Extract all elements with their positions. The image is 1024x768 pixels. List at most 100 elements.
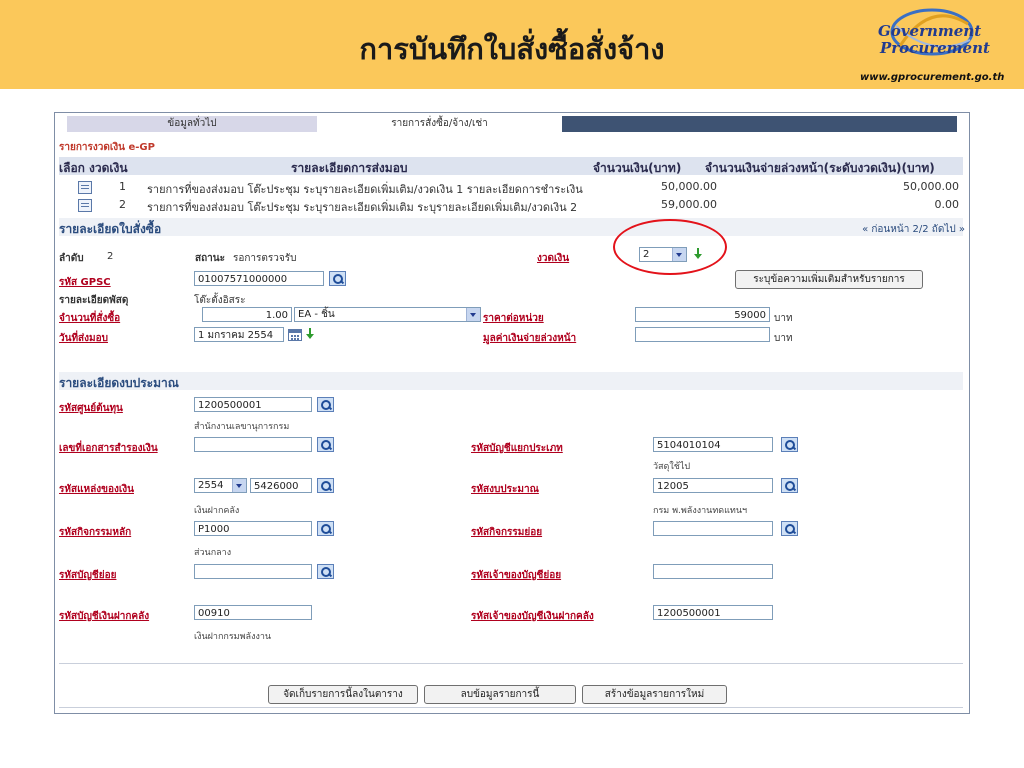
tab-bar: ข้อมูลทั่วไป รายการสั่งซื้อ/จ้าง/เช่า <box>67 116 957 132</box>
order-section-bar <box>59 218 963 236</box>
extra-info-button[interactable]: ระบุข้อความเพิ่มเติมสำหรับรายการ <box>735 270 923 289</box>
divider <box>59 663 963 664</box>
tab-general-info[interactable]: ข้อมูลทั่วไป <box>67 116 317 132</box>
logo-url: www.gprocurement.go.th <box>860 72 1005 83</box>
sub-account-owner-link[interactable]: รหัสเจ้าของบัญชีย่อย <box>471 568 561 583</box>
tab-order-items[interactable]: รายการสั่งซื้อ/จ้าง/เช่า <box>317 116 562 132</box>
budget-heading: รายละเอียดงบประมาณ <box>59 376 179 390</box>
qty-input[interactable]: 1.00 <box>202 307 292 322</box>
gpsc-link[interactable]: รหัส GPSC <box>59 275 111 290</box>
order-form-panel: ข้อมูลทั่วไป รายการสั่งซื้อ/จ้าง/เช่า รา… <box>54 112 970 714</box>
deposit-account-hint: เงินฝากกรมพลังงาน <box>194 632 272 642</box>
page-banner: การบันทึกใบสั่งซื้อสั่งจ้าง Government P… <box>0 0 1024 89</box>
gpsc-search-icon[interactable] <box>329 271 346 286</box>
material-value: โต๊ะตั้งอิสระ <box>194 295 246 306</box>
budget-code-input[interactable]: 12005 <box>653 478 773 493</box>
col-delivery-detail: รายละเอียดการส่งมอบ <box>291 161 408 175</box>
chevron-down-icon[interactable] <box>232 479 246 492</box>
fund-source-search-icon[interactable] <box>317 478 334 493</box>
sub-activity-search-icon[interactable] <box>781 521 798 536</box>
gl-account-link[interactable]: รหัสบัญชีแยกประเภท <box>471 441 563 456</box>
cost-center-hint: สำนักงานเลขานุการกรม <box>194 422 290 432</box>
delivery-date-input[interactable]: 1 มกราคม 2554 <box>194 327 284 342</box>
reserve-doc-link[interactable]: เลขที่เอกสารสำรองเงิน <box>59 441 158 456</box>
row-amount: 59,000.00 <box>661 198 717 211</box>
row-detail: รายการที่ของส่งมอบ โต๊ะประชุม ระบุรายละเ… <box>147 183 583 196</box>
unit-price-input[interactable]: 59000 <box>635 307 770 322</box>
col-amount: จำนวนเงิน(บาท) <box>593 161 682 175</box>
row-detail: รายการที่ของส่งมอบ โต๊ะประชุม ระบุรายละเ… <box>147 201 578 214</box>
main-activity-search-icon[interactable] <box>317 521 334 536</box>
unit-price-link[interactable]: ราคาต่อหน่วย <box>483 311 544 326</box>
budget-code-link[interactable]: รหัสงบประมาณ <box>471 482 539 497</box>
seq-value: 2 <box>107 251 114 262</box>
fund-year-select[interactable]: 2554 <box>194 478 247 493</box>
chevron-down-icon[interactable] <box>466 308 480 321</box>
advance-link[interactable]: มูลค่าเงินจ่ายล่วงหน้า <box>483 331 576 346</box>
save-row-button[interactable]: จัดเก็บรายการนี้ลงในตาราง <box>268 685 418 704</box>
advance-input[interactable] <box>635 327 770 342</box>
cost-center-input[interactable]: 1200500001 <box>194 397 312 412</box>
main-activity-input[interactable]: P1000 <box>194 521 312 536</box>
green-arrow-icon[interactable] <box>305 328 315 340</box>
row-installment-no: 1 <box>119 180 126 193</box>
row-select-icon[interactable] <box>78 199 92 212</box>
fund-year-value: 2554 <box>198 480 224 491</box>
cost-center-link[interactable]: รหัสศูนย์ต้นทุน <box>59 401 123 416</box>
cost-center-search-icon[interactable] <box>317 397 334 412</box>
calendar-icon[interactable] <box>288 329 302 341</box>
material-label: รายละเอียดพัสดุ <box>59 295 129 306</box>
sub-account-search-icon[interactable] <box>317 564 334 579</box>
gl-account-search-icon[interactable] <box>781 437 798 452</box>
government-procurement-logo: Government Procurement <box>870 6 990 64</box>
unit-price-currency: บาท <box>774 313 793 324</box>
reserve-doc-input[interactable] <box>194 437 312 452</box>
fund-source-link[interactable]: รหัสแหล่งของเงิน <box>59 482 134 497</box>
sub-account-owner-input[interactable] <box>653 564 773 579</box>
row-advance: 0.00 <box>934 198 960 211</box>
deposit-owner-link[interactable]: รหัสเจ้าของบัญชีเงินฝากคลัง <box>471 609 594 624</box>
sub-activity-input[interactable] <box>653 521 773 536</box>
budget-code-hint: กรม พ.พลังงานทดแทนฯ <box>653 506 748 516</box>
logo-word-procurement: Procurement <box>880 39 990 57</box>
qty-link[interactable]: จำนวนที่สั่งซื้อ <box>59 311 120 326</box>
seq-label: ลำดับ <box>59 253 84 264</box>
logo-word-government: Government <box>878 22 982 40</box>
reserve-doc-search-icon[interactable] <box>317 437 334 452</box>
col-installment: งวดเงิน <box>89 161 128 175</box>
installment-link[interactable]: งวดเงิน <box>537 251 569 266</box>
gl-account-input[interactable]: 5104010104 <box>653 437 773 452</box>
advance-currency: บาท <box>774 333 793 344</box>
create-row-button[interactable]: สร้างข้อมูลรายการใหม่ <box>582 685 727 704</box>
deposit-owner-input[interactable]: 1200500001 <box>653 605 773 620</box>
table-row[interactable]: 1 รายการที่ของส่งมอบ โต๊ะประชุม ระบุรายล… <box>59 180 963 196</box>
table-row[interactable]: 2 รายการที่ของส่งมอบ โต๊ะประชุม ระบุรายล… <box>59 198 963 214</box>
status-label: สถานะ <box>195 253 225 264</box>
fund-source-input[interactable]: 5426000 <box>250 478 312 493</box>
sub-account-link[interactable]: รหัสบัญชีย่อย <box>59 568 116 583</box>
sub-activity-link[interactable]: รหัสกิจกรรมย่อย <box>471 525 542 540</box>
gpsc-input[interactable]: 01007571000000 <box>194 271 324 286</box>
row-select-icon[interactable] <box>78 181 92 194</box>
row-installment-no: 2 <box>119 198 126 211</box>
budget-code-search-icon[interactable] <box>781 478 798 493</box>
unit-select[interactable]: EA - ชิ้น <box>294 307 481 322</box>
divider <box>59 707 963 708</box>
deposit-account-input[interactable]: 00910 <box>194 605 312 620</box>
sub-account-input[interactable] <box>194 564 312 579</box>
fund-source-hint: เงินฝากคลัง <box>194 506 240 516</box>
order-details-heading: รายละเอียดใบสั่งซื้อ <box>59 222 162 236</box>
col-advance: จำนวนเงินจ่ายล่วงหน้า(ระดับงวดเงิน)(บาท) <box>705 161 935 175</box>
main-activity-hint: ส่วนกลาง <box>194 548 232 558</box>
col-select: เลือก <box>59 161 85 175</box>
status-value: รอการตรวจรับ <box>233 253 297 264</box>
deposit-account-link[interactable]: รหัสบัญชีเงินฝากคลัง <box>59 609 149 624</box>
highlight-ring <box>613 219 727 275</box>
main-activity-link[interactable]: รหัสกิจกรรมหลัก <box>59 525 131 540</box>
budget-section-bar <box>59 372 963 390</box>
pager[interactable]: « ก่อนหน้า 2/2 ถัดไป » <box>862 222 965 237</box>
delivery-date-link[interactable]: วันที่ส่งมอบ <box>59 331 108 346</box>
delete-row-button[interactable]: ลบข้อมูลรายการนี้ <box>424 685 576 704</box>
row-advance: 50,000.00 <box>903 180 959 193</box>
tab-bar-filler <box>562 116 957 132</box>
